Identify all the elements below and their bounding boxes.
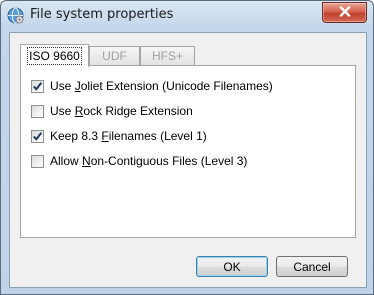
tab-udf[interactable]: UDF	[89, 46, 140, 65]
tab-label: HFS+	[151, 49, 183, 63]
dialog-window: File system properties ISO 9660 UDF HFS+	[0, 0, 374, 295]
close-x-icon	[339, 4, 351, 22]
checkbox-8-3-filenames[interactable]	[31, 129, 44, 143]
checkmark-icon	[33, 131, 43, 141]
close-button[interactable]	[322, 2, 367, 23]
cancel-button[interactable]: Cancel	[276, 256, 348, 277]
checkmark-icon	[33, 81, 43, 91]
option-label-8-3-filenames: Keep 8.3 Filenames (Level 1)	[50, 129, 207, 143]
iso-9660-panel: Use Joliet Extension (Unicode Filenames)…	[20, 65, 356, 238]
option-rock-ridge[interactable]: Use Rock Ridge Extension	[31, 103, 193, 119]
globe-disc-icon	[7, 7, 24, 24]
option-label-rock-ridge: Use Rock Ridge Extension	[50, 104, 193, 118]
window-title: File system properties	[30, 7, 174, 22]
tab-label: ISO 9660	[27, 47, 82, 65]
tab-hfs-plus[interactable]: HFS+	[140, 46, 195, 65]
checkbox-non-contiguous[interactable]	[31, 154, 44, 168]
ok-button[interactable]: OK	[196, 256, 268, 277]
option-label-joliet: Use Joliet Extension (Unicode Filenames)	[50, 79, 273, 93]
option-non-contiguous[interactable]: Allow Non-Contiguous Files (Level 3)	[31, 153, 247, 169]
checkbox-joliet[interactable]	[31, 79, 44, 93]
option-8-3-filenames[interactable]: Keep 8.3 Filenames (Level 1)	[31, 128, 207, 144]
tab-iso-9660[interactable]: ISO 9660	[20, 44, 89, 67]
option-joliet[interactable]: Use Joliet Extension (Unicode Filenames)	[31, 78, 273, 94]
option-label-non-contiguous: Allow Non-Contiguous Files (Level 3)	[50, 154, 248, 168]
checkbox-rock-ridge[interactable]	[31, 104, 44, 118]
dialog-client-area: ISO 9660 UDF HFS+ Use Joliet Extension (…	[9, 32, 367, 288]
title-bar[interactable]: File system properties	[1, 1, 373, 31]
tab-label: UDF	[102, 49, 127, 63]
